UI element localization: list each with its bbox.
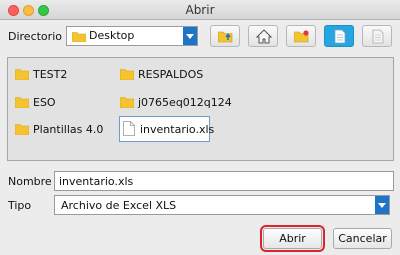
up-one-level-button[interactable] bbox=[210, 25, 240, 47]
folder-icon bbox=[14, 68, 30, 83]
list-item[interactable]: ESO bbox=[14, 94, 105, 112]
directory-value: Desktop bbox=[89, 29, 135, 42]
file-name: ESO bbox=[33, 96, 56, 109]
filename-field[interactable]: inventario.xls bbox=[54, 171, 394, 191]
list-item[interactable]: TEST2 bbox=[14, 66, 105, 84]
file-name: inventario.xls bbox=[140, 123, 215, 136]
filename-value: inventario.xls bbox=[59, 175, 134, 188]
list-item[interactable]: Plantillas 4.0 bbox=[14, 121, 115, 139]
list-view-button[interactable] bbox=[324, 25, 354, 47]
details-view-button[interactable] bbox=[362, 25, 392, 47]
file-name: RESPALDOS bbox=[138, 68, 204, 81]
folder-icon bbox=[119, 68, 135, 83]
filetype-select[interactable]: Archivo de Excel XLS bbox=[54, 195, 390, 215]
directory-select[interactable]: Desktop bbox=[66, 26, 198, 46]
chevron-down-icon[interactable] bbox=[375, 196, 389, 214]
list-item[interactable]: RESPALDOS bbox=[119, 66, 230, 84]
folder-icon bbox=[119, 96, 135, 111]
open-button[interactable]: Abrir bbox=[260, 225, 325, 252]
file-list[interactable]: TEST2 RESPALDOS ESO j0765eq012q124 Plant… bbox=[7, 57, 394, 161]
folder-icon bbox=[14, 96, 30, 111]
file-name: TEST2 bbox=[33, 68, 68, 81]
cancel-button[interactable]: Cancelar bbox=[333, 228, 392, 249]
file-name: j0765eq012q124 bbox=[138, 96, 232, 109]
title-bar: Abrir bbox=[0, 0, 400, 20]
window-title: Abrir bbox=[185, 3, 215, 17]
list-item[interactable]: j0765eq012q124 bbox=[119, 94, 250, 112]
document-icon bbox=[123, 121, 135, 139]
folder-icon bbox=[14, 123, 30, 138]
filename-label: Nombre bbox=[8, 175, 52, 188]
folder-icon bbox=[71, 31, 87, 45]
home-button[interactable] bbox=[248, 25, 278, 47]
directory-label: Directorio bbox=[8, 30, 62, 43]
new-folder-button[interactable] bbox=[286, 25, 316, 47]
filetype-label: Tipo bbox=[8, 199, 32, 212]
chevron-down-icon[interactable] bbox=[183, 27, 197, 45]
filetype-value: Archivo de Excel XLS bbox=[61, 199, 177, 212]
list-item-selected[interactable]: inventario.xls bbox=[119, 116, 214, 142]
file-name: Plantillas 4.0 bbox=[33, 123, 104, 136]
